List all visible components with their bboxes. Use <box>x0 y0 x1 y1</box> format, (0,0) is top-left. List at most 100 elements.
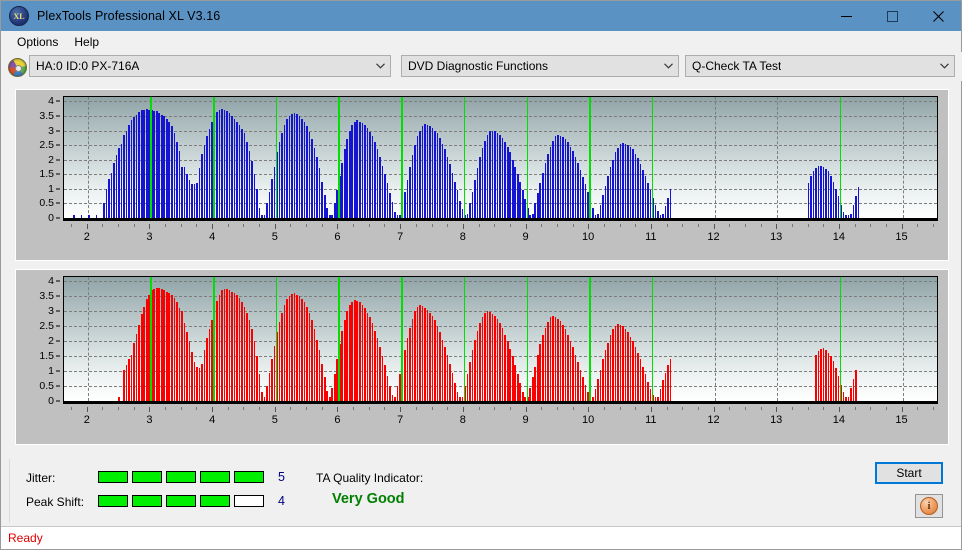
grid-line-vertical <box>87 277 89 401</box>
chart-bar <box>386 375 389 401</box>
meter-cell <box>166 471 196 483</box>
chart-bar <box>567 335 569 401</box>
chart-bar <box>193 362 196 401</box>
x-axis-minor-tick <box>556 224 558 227</box>
chart-bar <box>181 311 183 401</box>
chart-bar <box>516 374 519 401</box>
close-button[interactable] <box>915 1 961 31</box>
status-bar: Ready <box>1 526 961 549</box>
chart-bar <box>333 374 336 401</box>
chart-bar <box>163 115 166 218</box>
chart-bar <box>404 350 406 401</box>
chart-bar <box>176 142 178 218</box>
chart-bar <box>233 118 236 218</box>
chart-bar <box>381 356 384 401</box>
chart-bar <box>584 184 587 218</box>
chart-bar <box>303 302 306 401</box>
x-axis-tick-mark <box>776 407 778 412</box>
chart-bar <box>612 159 614 218</box>
minimize-button[interactable] <box>823 1 869 31</box>
chart-bar <box>511 159 514 218</box>
chart-bar <box>471 191 474 218</box>
x-axis-minor-tick <box>917 407 919 410</box>
y-axis-tick-mark <box>56 295 60 297</box>
function-selector[interactable]: DVD Diagnostic Functions <box>401 55 679 77</box>
x-axis-minor-tick <box>102 224 104 227</box>
chart-bar <box>306 126 308 218</box>
chart-bar <box>514 365 517 401</box>
y-axis-tick-mark <box>56 217 60 219</box>
chart-bar <box>138 324 140 401</box>
chart-bar <box>632 341 634 401</box>
peak-shift-chart: 4 3.5 3 2.5 2 1.5 1 0.5 0 2 3 4 5 6 7 8 9 10 11 12 13 14 15 <box>16 270 948 444</box>
chart-bar <box>486 134 489 218</box>
x-axis-minor-tick <box>243 407 245 410</box>
chart-bar <box>143 306 145 401</box>
chart-bar <box>516 174 519 218</box>
chart-bar <box>815 354 817 401</box>
x-axis-tick-mark <box>400 407 402 412</box>
menu-item-help[interactable]: Help <box>66 33 107 51</box>
chart-bar <box>248 320 251 401</box>
chart-bar <box>346 311 349 401</box>
chart-bar <box>644 175 647 218</box>
chart-bar <box>170 294 173 401</box>
test-selector[interactable]: Q-Check TA Test <box>685 55 955 77</box>
x-axis-minor-tick <box>243 224 245 227</box>
x-axis-tick-label: 4 <box>209 231 216 243</box>
chart-bar <box>534 366 537 401</box>
chart-bar <box>160 114 163 218</box>
x-axis-minor-tick <box>306 407 308 410</box>
chart-bar <box>637 158 639 218</box>
jitter-meter <box>98 471 264 483</box>
x-axis-minor-tick <box>697 407 699 410</box>
chart-bar <box>206 338 208 401</box>
chart-bar <box>474 180 476 218</box>
x-axis-minor-tick <box>368 224 370 227</box>
chart-bar <box>531 213 534 218</box>
chart-bar <box>536 193 539 218</box>
chart-bar <box>271 359 273 401</box>
chart-bar <box>258 374 261 401</box>
x-axis-tick-label: 12 <box>707 414 720 426</box>
chart-bar <box>406 338 409 401</box>
drive-selector-value: HA:0 ID:0 PX-716A <box>36 59 140 73</box>
chart-bar <box>582 377 584 401</box>
info-button[interactable]: i <box>915 494 943 518</box>
x-axis-tick-label: 6 <box>334 414 341 426</box>
chart-bar <box>424 124 426 218</box>
x-axis-minor-tick <box>870 407 872 410</box>
chart-bar <box>348 305 351 401</box>
chart-bar <box>539 183 542 218</box>
chart-bar <box>386 183 389 218</box>
chart-bar <box>822 166 825 218</box>
y-axis-tick-label: 2 <box>48 335 54 348</box>
x-axis-minor-tick <box>196 407 198 410</box>
chart-bar <box>444 347 446 401</box>
chart-bar <box>469 362 471 401</box>
chart-bar <box>602 359 604 401</box>
grid-line-vertical <box>777 277 779 401</box>
chart-bar <box>499 323 501 401</box>
chart-bar <box>572 347 574 401</box>
maximize-button[interactable] <box>869 1 915 31</box>
drive-selector[interactable]: HA:0 ID:0 PX-716A <box>29 55 391 77</box>
x-axis-minor-tick <box>541 224 543 227</box>
chart-bar <box>165 291 168 401</box>
x-axis-minor-tick <box>635 224 637 227</box>
chart-bar <box>163 289 166 401</box>
x-axis-tick-mark <box>149 407 151 412</box>
y-axis-tick-label: 2 <box>48 153 54 166</box>
meter-cell <box>234 495 264 507</box>
chart-bar <box>118 148 120 218</box>
x-axis-tick-label: 14 <box>832 414 845 426</box>
chart-bar <box>544 327 547 401</box>
chart-bar <box>449 164 451 218</box>
start-button[interactable]: Start <box>875 462 943 484</box>
menu-item-options[interactable]: Options <box>9 33 66 51</box>
chart-bar <box>421 305 424 401</box>
chart-bar <box>835 188 837 218</box>
x-axis-minor-tick <box>227 407 229 410</box>
chart-bar <box>607 175 609 218</box>
chart-bar <box>519 181 522 218</box>
